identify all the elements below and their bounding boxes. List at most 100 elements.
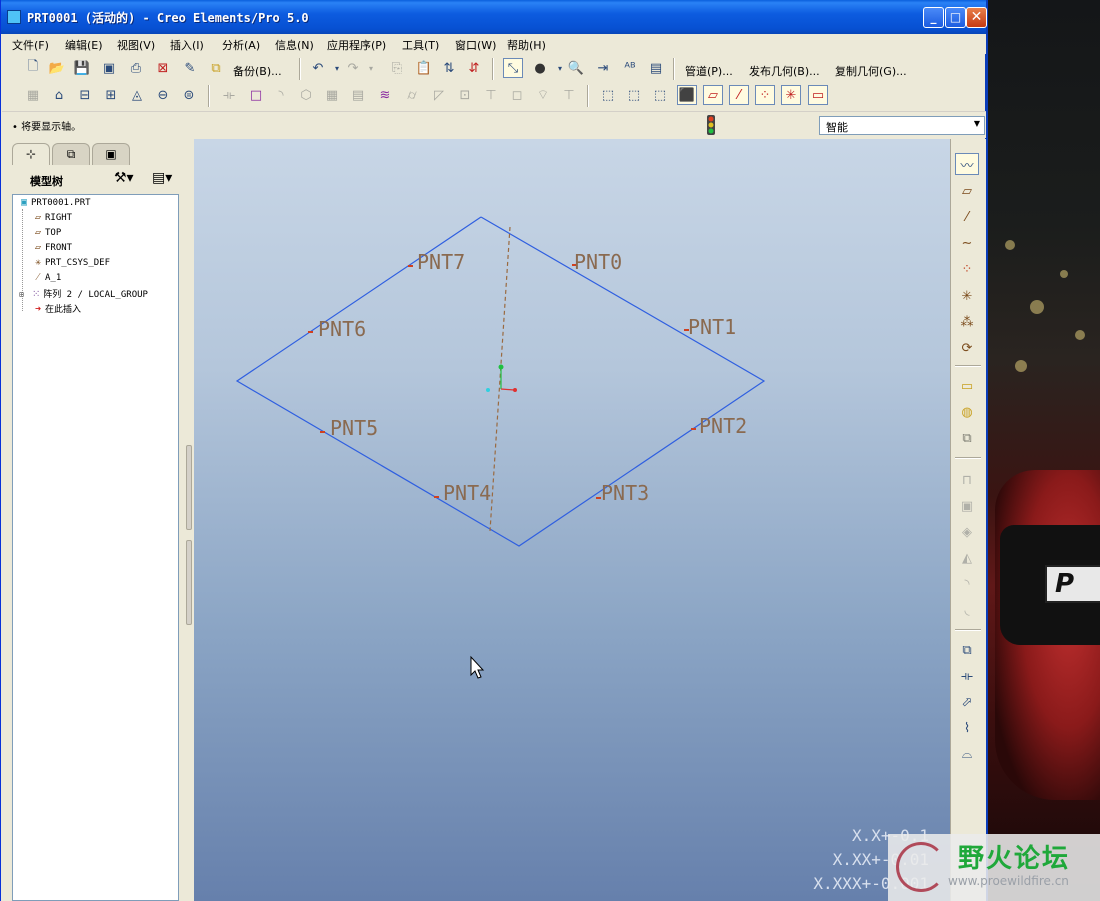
save-copy-icon[interactable]: ▣: [99, 58, 119, 78]
revolve-icon[interactable]: ◍: [955, 401, 979, 423]
draft-icon[interactable]: ⊞: [101, 85, 121, 105]
pnt5-label[interactable]: PNT5: [330, 416, 378, 440]
tree-item-top[interactable]: ▱ TOP: [31, 227, 61, 238]
menu-view[interactable]: 视图(V): [117, 37, 155, 53]
regen-manager-icon[interactable]: ⇵: [464, 58, 484, 78]
analysis-feature-icon[interactable]: ⁂: [955, 311, 979, 333]
menu-help[interactable]: 帮助(H): [507, 37, 546, 53]
extrude-icon[interactable]: ▭: [955, 375, 979, 397]
menu-insert[interactable]: 插入(I): [170, 37, 204, 53]
merge-tool-icon[interactable]: ⬀: [955, 691, 979, 713]
datum-plane-tool-icon[interactable]: ▱: [955, 180, 979, 202]
table-pattern-icon[interactable]: ▤: [348, 85, 368, 105]
tree-settings-icon[interactable]: ⚒▾: [114, 170, 134, 186]
paste-icon[interactable]: 📋: [414, 58, 434, 78]
close-button[interactable]: ✕: [966, 7, 987, 28]
tab-favorites[interactable]: ▣: [92, 143, 130, 165]
surface-icon[interactable]: ≋: [375, 85, 395, 105]
publish-geometry-button[interactable]: 发布几何(B)...: [749, 63, 820, 79]
merge-icon[interactable]: ◝: [271, 85, 291, 105]
datum-point-tool-icon[interactable]: ⁘: [955, 258, 979, 280]
shading-icon[interactable]: ●: [530, 58, 550, 78]
graphics-window[interactable]: PNT0 PNT1 PNT2 PNT3 PNT4 PNT5 PNT6 PNT7 …: [194, 139, 950, 901]
pattern-grid-icon[interactable]: ▦: [322, 85, 342, 105]
model-view[interactable]: PNT0 PNT1 PNT2 PNT3 PNT4 PNT5 PNT6 PNT7: [194, 139, 950, 901]
copy-icon[interactable]: ⎘: [387, 58, 407, 78]
expand-plus-icon[interactable]: ⊞: [19, 290, 24, 299]
copy-geometry-button[interactable]: 复制几何(G)...: [835, 63, 907, 79]
minimize-button[interactable]: _: [923, 7, 944, 28]
pnt7-label[interactable]: PNT7: [417, 250, 465, 274]
model-tree[interactable]: ▣ PRT0001.PRT ▱ RIGHT ▱ TOP ▱ FRONT ✳ PRT_CSY…: [12, 194, 179, 901]
tree-item-pattern[interactable]: ⊞ ⁙ 阵列 2 / LOCAL_GROUP: [19, 287, 148, 300]
save-icon[interactable]: 💾: [72, 58, 92, 78]
shell-tool-icon[interactable]: ◈: [955, 521, 979, 543]
blend-icon[interactable]: ⊓: [955, 469, 979, 491]
tree-item-part[interactable]: ▣ PRT0001.PRT: [17, 197, 91, 208]
chevron-down-icon[interactable]: ▼: [974, 119, 980, 128]
selection-filter-dropdown[interactable]: 智能 ▼: [819, 116, 985, 135]
tab-model-tree[interactable]: ⊹: [12, 143, 50, 165]
pnt3-label[interactable]: PNT3: [601, 481, 649, 505]
print-icon[interactable]: ⎙: [126, 58, 146, 78]
menu-edit[interactable]: 编辑(E): [65, 37, 103, 53]
menu-tools[interactable]: 工具(T): [402, 37, 439, 53]
regenerate-icon[interactable]: ⇅: [439, 58, 459, 78]
pnt1-label[interactable]: PNT1: [688, 315, 736, 339]
datum-axis-display-icon[interactable]: ⁄: [729, 85, 749, 105]
extend-tool-icon[interactable]: ⌓: [955, 743, 979, 765]
project-icon[interactable]: ⌔: [533, 85, 553, 105]
title-bar[interactable]: PRT0001 (活动的) - Creo Elements/Pro 5.0 _ …: [1, 0, 987, 34]
tree-item-csys[interactable]: ✳ PRT_CSYS_DEF: [31, 257, 110, 268]
csys-tool-icon[interactable]: ✳: [955, 285, 979, 307]
redo-icon[interactable]: ↷: [343, 58, 363, 78]
tree-show-icon[interactable]: ▤▾: [152, 170, 172, 186]
menu-applications[interactable]: 应用程序(P): [327, 37, 386, 53]
wrap-icon[interactable]: ⊤: [559, 85, 579, 105]
tree-item-front[interactable]: ▱ FRONT: [31, 242, 72, 253]
draft-tool-icon[interactable]: ◝: [955, 573, 979, 595]
tree-item-axis[interactable]: ⁄ A_1: [31, 272, 61, 283]
round-icon[interactable]: ◬: [127, 85, 147, 105]
thicken-icon[interactable]: ⊤: [481, 85, 501, 105]
hole-icon[interactable]: ▦: [23, 85, 43, 105]
pnt2-label[interactable]: PNT2: [699, 414, 747, 438]
zoom-window-icon[interactable]: 🔍: [566, 58, 586, 78]
open-folder-icon[interactable]: 📂: [47, 58, 67, 78]
annotation-icon[interactable]: ᴬᴮ: [620, 58, 640, 78]
tree-item-insert-here[interactable]: ➜ 在此插入: [31, 302, 81, 315]
redo-dropdown-icon[interactable]: ▾: [361, 58, 381, 78]
cosmetic-thread-icon[interactable]: ⊜: [179, 85, 199, 105]
trim-icon[interactable]: ⬡: [296, 85, 316, 105]
backup-button[interactable]: 备份(B)...: [233, 63, 282, 79]
datum-point-display-icon[interactable]: ⁘: [755, 85, 775, 105]
sweep-icon[interactable]: ⧉: [955, 427, 979, 449]
mirror-icon[interactable]: ⟛: [219, 85, 239, 105]
menu-info[interactable]: 信息(N): [275, 37, 314, 53]
annotation-display-icon[interactable]: ▭: [808, 85, 828, 105]
new-file-icon[interactable]: 🗋: [23, 58, 43, 78]
shell-icon[interactable]: ⌂: [49, 85, 69, 105]
maximize-button[interactable]: □: [945, 7, 966, 28]
hole-tool-icon[interactable]: ▣: [955, 495, 979, 517]
pnt0-label[interactable]: PNT0: [574, 250, 622, 274]
selection-filter-icon[interactable]: ⤡: [503, 58, 523, 78]
close-window-icon[interactable]: ⊠: [153, 58, 173, 78]
pipe-button[interactable]: 管道(P)...: [685, 63, 733, 79]
view-manager-icon[interactable]: ▤: [646, 58, 666, 78]
sketch-tool-icon[interactable]: 〰: [955, 153, 979, 175]
datum-curve-tool-icon[interactable]: ∼: [955, 232, 979, 254]
panel-splitter-handle[interactable]: [186, 540, 192, 625]
rotate-datum-icon[interactable]: ⟳: [955, 337, 979, 359]
solidify-icon[interactable]: ⌭: [402, 85, 422, 105]
hidden-line-icon[interactable]: ⬚: [624, 85, 644, 105]
datum-axis-a1[interactable]: [489, 226, 511, 532]
datum-plane-display-icon[interactable]: ▱: [703, 85, 723, 105]
pnt4-label[interactable]: PNT4: [443, 481, 491, 505]
undo-icon[interactable]: ↶: [308, 58, 328, 78]
no-hidden-icon[interactable]: ⬚: [650, 85, 670, 105]
intersect-icon[interactable]: ◻: [507, 85, 527, 105]
panel-splitter-handle[interactable]: [186, 445, 192, 530]
trim-tool-icon[interactable]: ⌇: [955, 717, 979, 739]
tab-folder-browser[interactable]: ⧉: [52, 143, 90, 165]
